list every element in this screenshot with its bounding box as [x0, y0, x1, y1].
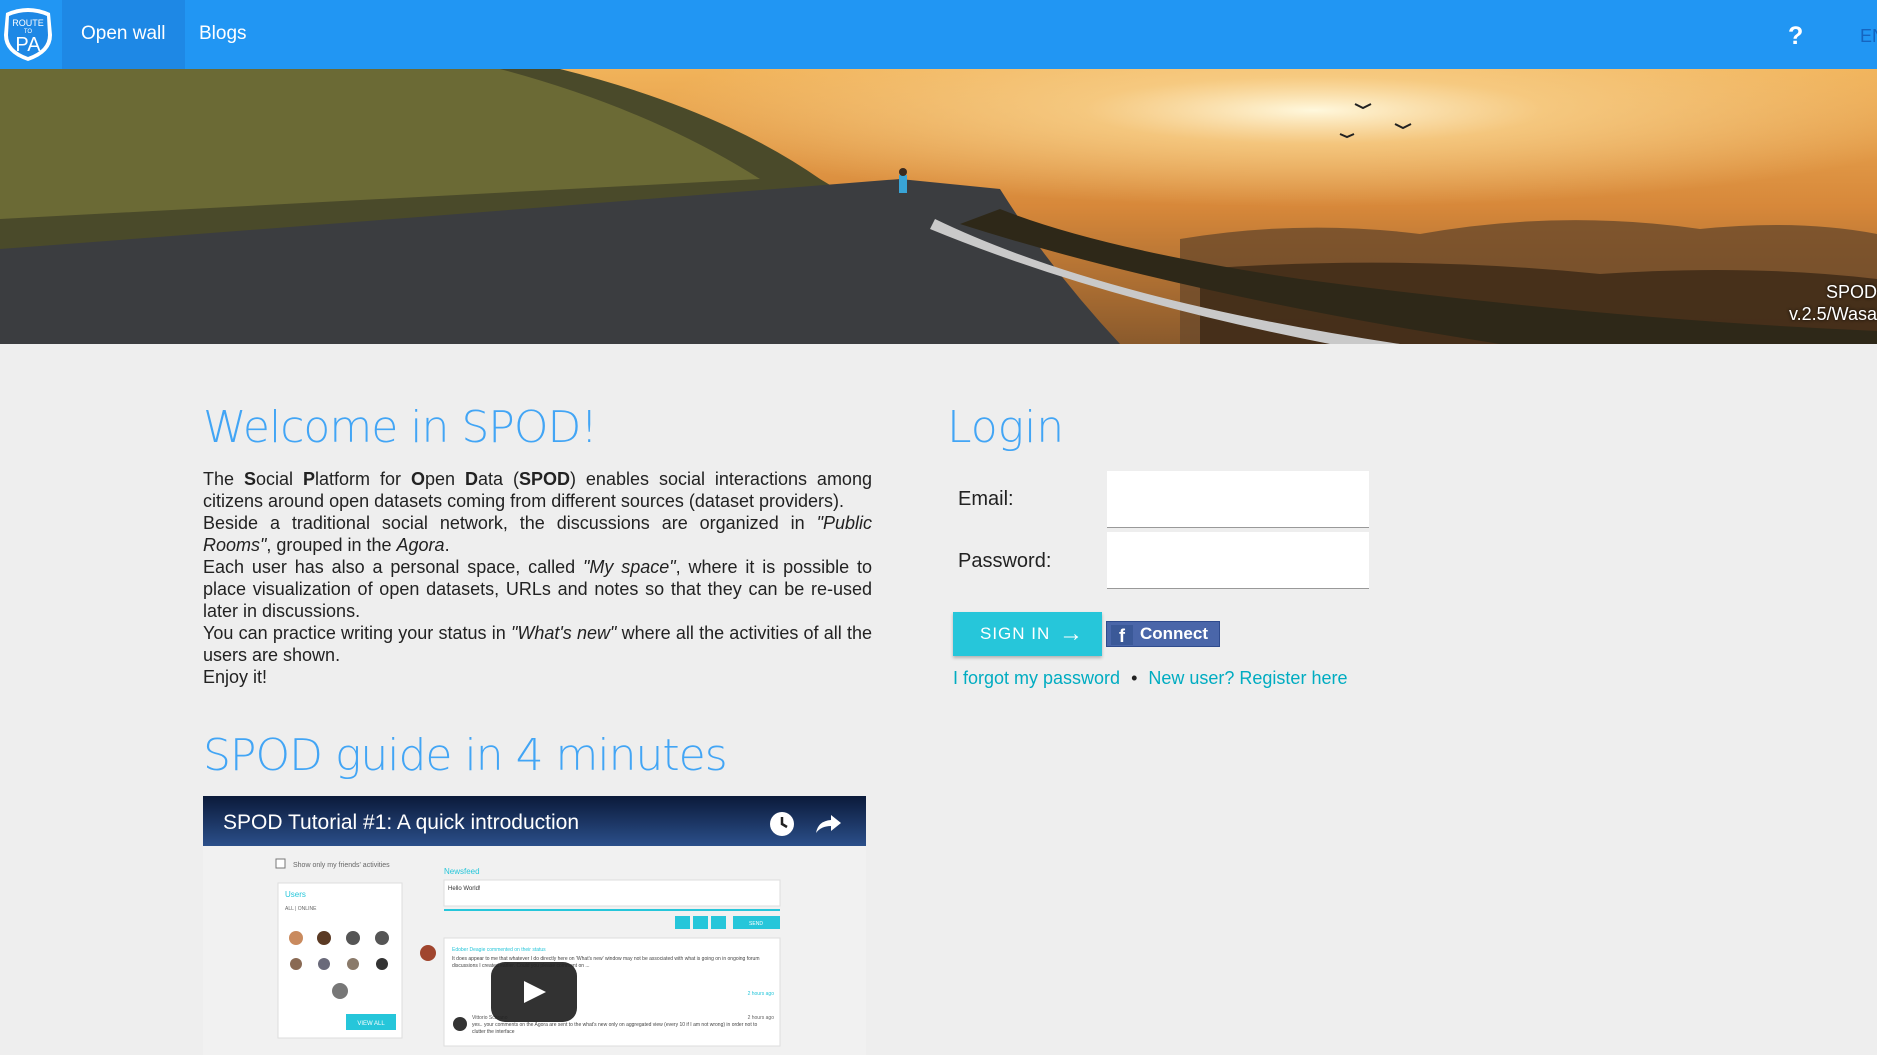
thumb-comment-author: Edober Deagie commented on their status [452, 947, 546, 953]
p1-a: The [203, 469, 244, 489]
login-links: I forgot my password • New user? Register … [953, 668, 1347, 689]
language-selector[interactable]: EN [1860, 26, 1877, 47]
facebook-connect-label: Connect [1140, 624, 1208, 643]
intro-paragraph-2: Beside a traditional social network, the… [203, 512, 872, 556]
p1-o: O [410, 469, 425, 489]
version-label: SPOD v.2.5/Wasa [1789, 281, 1877, 325]
password-label: Password: [958, 550, 1052, 572]
logo-main-text: PA [15, 34, 41, 56]
thumb-users-title: Users [285, 890, 306, 899]
welcome-title: Welcome in SPOD! [203, 402, 598, 453]
p2-c: . [444, 535, 450, 555]
route-to-pa-logo[interactable]: ROUTE TO PA [0, 5, 56, 63]
play-button[interactable] [491, 962, 577, 1022]
sign-in-button[interactable]: SIGN IN → [953, 612, 1102, 656]
help-icon[interactable]: ? [1788, 22, 1803, 51]
forgot-password-link[interactable]: I forgot my password [953, 668, 1120, 688]
thumb-newsfeed: Newsfeed [444, 867, 480, 876]
email-label: Email: [958, 488, 1014, 510]
intro-paragraph-3: Each user has also a personal space, cal… [203, 556, 872, 622]
p3-em: "My space" [583, 557, 676, 577]
p2-b: , grouped in the [266, 535, 397, 555]
nav-open-wall[interactable]: Open wall [62, 0, 185, 69]
hero-landscape-image [0, 69, 1877, 344]
intro-paragraph-1: The Social Platform for Open Data (SPOD)… [203, 468, 872, 512]
logo-top-text: ROUTE [12, 18, 44, 28]
p1-d: pen [424, 469, 465, 489]
p1-dd: D [464, 469, 478, 489]
intro-paragraph-4: You can practice writing your status in … [203, 622, 872, 666]
thumb-reply-text: yes.. your comments on the Agora are sen… [472, 1022, 758, 1035]
guide-title: SPOD guide in 4 minutes [203, 730, 728, 781]
p4-em: "What's new" [510, 623, 617, 643]
version-line-1: SPOD [1825, 282, 1877, 302]
register-link[interactable]: New user? Register here [1148, 668, 1347, 688]
facebook-icon: f [1111, 625, 1133, 646]
thumb-users-filter: ALL | ONLINE [285, 906, 317, 912]
facebook-connect-button[interactable]: f Connect [1106, 621, 1220, 647]
intro-paragraph-5: Enjoy it! [203, 667, 268, 687]
password-field[interactable] [1107, 532, 1369, 589]
p2-em2: Agora [396, 535, 445, 555]
watch-later-icon[interactable] [768, 810, 796, 838]
thumb-status-text: Hello World! [448, 886, 481, 892]
email-field[interactable] [1107, 471, 1369, 528]
p1-spod: SPOD [518, 469, 570, 489]
arrow-right-icon: → [1059, 620, 1084, 647]
intro-text: The Social Platform for Open Data (SPOD)… [203, 468, 872, 688]
login-title: Login [947, 402, 1065, 453]
thumb-time-1: 2 hours ago [748, 991, 775, 997]
p3-a: Each user has also a personal space, cal… [203, 557, 583, 577]
thumb-send: SEND [749, 921, 763, 927]
video-title[interactable]: SPOD Tutorial #1: A quick introduction [223, 811, 579, 835]
share-icon[interactable] [813, 812, 843, 836]
hero-banner: SPOD v.2.5/Wasa [0, 69, 1877, 344]
version-line-2: v.2.5/Wasa [1788, 304, 1877, 324]
p1-s: S [243, 469, 256, 489]
tutorial-video[interactable]: Show only my friends' activities Users A… [203, 796, 866, 1055]
thumb-checkbox-label: Show only my friends' activities [293, 862, 390, 869]
p1-c: latform for [315, 469, 411, 489]
p1-e: ata ( [477, 469, 519, 489]
sign-in-label: SIGN IN [980, 624, 1051, 643]
p2-a: Beside a traditional social network, the… [203, 513, 817, 533]
link-separator: • [1131, 668, 1138, 688]
p4-a: You can practice writing your status in [203, 623, 511, 643]
thumb-view-all: VIEW ALL [357, 1021, 385, 1027]
top-navbar: ROUTE TO PA Open wall Blogs ? EN [0, 0, 1877, 69]
thumb-time-2: 2 hours ago [748, 1015, 775, 1021]
p1-p: P [302, 469, 315, 489]
nav-blogs[interactable]: Blogs [180, 0, 266, 69]
p1-b: ocial [256, 469, 303, 489]
